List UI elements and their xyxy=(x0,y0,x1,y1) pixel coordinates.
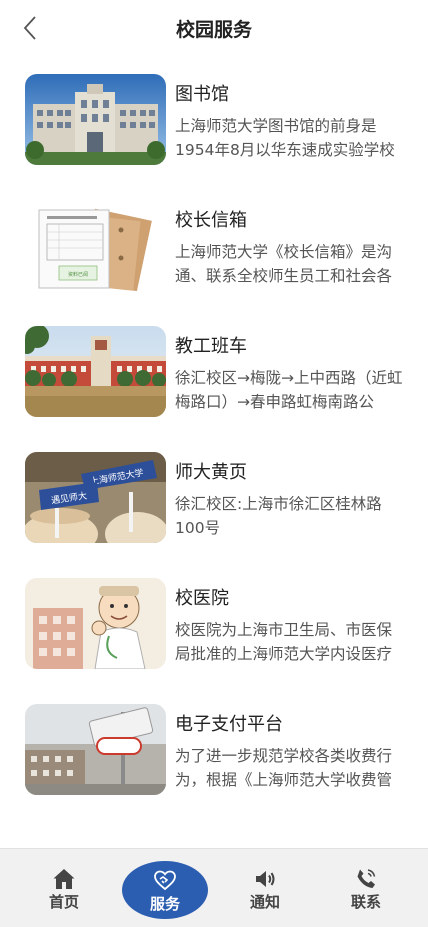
item-description: 徐汇校区:上海市徐汇区桂林路100号 xyxy=(175,495,382,537)
phone-icon xyxy=(357,869,376,888)
tab-contact-label: 联系 xyxy=(350,893,381,911)
service-item-mailbox[interactable]: 资料已阅 校长信箱 上海师范大学《校长信箱》是沟通、联系全校师生员工和社会各 xyxy=(0,200,428,326)
mailbox-thumbnail: 资料已阅 xyxy=(25,200,166,291)
yellow-pages-thumbnail: 上海师范大学 遇见师大 xyxy=(25,452,166,543)
item-description: 徐汇校区→梅陇→上中西路（近虹梅路口）→春申路虹梅南路公 xyxy=(175,369,403,411)
item-title: 师大黄页 xyxy=(175,462,247,483)
mailbox-sign-text: 资料已阅 xyxy=(68,271,88,278)
service-item-bus[interactable]: 教工班车 徐汇校区→梅陇→上中西路（近虹梅路口）→春申路虹梅南路公 xyxy=(0,326,428,452)
home-icon xyxy=(53,869,75,889)
page-title: 校园服务 xyxy=(175,19,252,41)
item-description: 上海师范大学《校长信箱》是沟通、联系全校师生员工和社会各 xyxy=(175,243,393,285)
handshake-heart-icon xyxy=(154,870,176,891)
tab-home-label: 首页 xyxy=(48,893,79,911)
item-description: 为了进一步规范学校各类收费行为，根据《上海师范大学收费管 xyxy=(175,747,393,789)
bottom-tab-bar: 首页 服务 通知 联系 xyxy=(0,848,428,927)
service-item-payment[interactable]: 电子支付平台 为了进一步规范学校各类收费行为，根据《上海师范大学收费管 xyxy=(0,704,428,830)
header-bar: 校园服务 xyxy=(0,0,428,56)
tab-home[interactable]: 首页 xyxy=(19,849,109,927)
service-list: 图书馆 上海师范大学图书馆的前身是1954年8月以华东速成实验学校 资料已阅 校… xyxy=(0,74,428,830)
service-item-library[interactable]: 图书馆 上海师范大学图书馆的前身是1954年8月以华东速成实验学校 xyxy=(0,74,428,200)
tab-notice[interactable]: 通知 xyxy=(220,849,310,927)
item-title: 校长信箱 xyxy=(175,210,247,231)
item-title: 教工班车 xyxy=(175,336,247,357)
service-item-yellow-pages[interactable]: 上海师范大学 遇见师大 师大黄页 徐汇校区:上海市徐汇区桂林路100号 xyxy=(0,452,428,578)
item-title: 电子支付平台 xyxy=(175,714,283,735)
item-description: 校医院为上海市卫生局、市医保局批准的上海师范大学内设医疗 xyxy=(175,621,393,663)
tab-contact[interactable]: 联系 xyxy=(321,849,411,927)
service-item-hospital[interactable]: 校医院 校医院为上海市卫生局、市医保局批准的上海师范大学内设医疗 xyxy=(0,578,428,704)
speaker-icon xyxy=(256,871,275,887)
payment-thumbnail xyxy=(25,704,166,795)
item-title: 校医院 xyxy=(175,588,229,609)
tab-service[interactable]: 服务 xyxy=(122,861,208,919)
library-thumbnail xyxy=(25,74,166,165)
item-description: 上海师范大学图书馆的前身是1954年8月以华东速成实验学校 xyxy=(175,117,395,159)
bus-thumbnail xyxy=(25,326,166,417)
item-title: 图书馆 xyxy=(175,84,229,105)
tab-service-label: 服务 xyxy=(149,895,180,913)
hospital-thumbnail xyxy=(25,578,166,669)
tab-notice-label: 通知 xyxy=(249,893,280,911)
